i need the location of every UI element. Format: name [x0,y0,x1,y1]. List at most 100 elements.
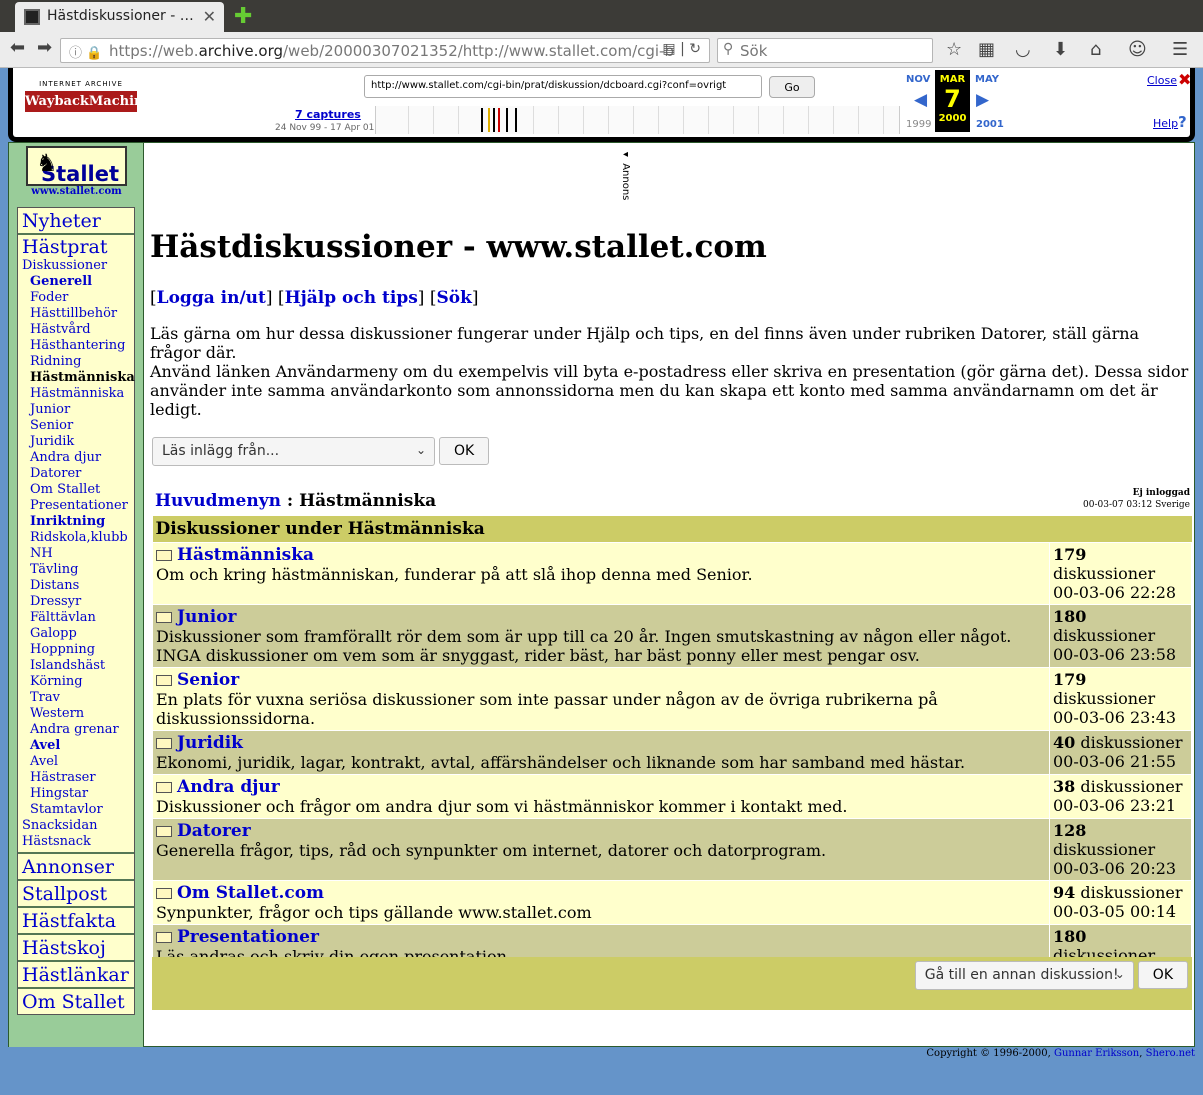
forum-link[interactable]: Datorer [177,821,251,841]
capture-sparkline[interactable] [375,106,900,134]
sidebar-item-hastprat[interactable]: Hästprat [22,236,130,258]
forum-link[interactable]: Juridik [177,733,243,753]
close-icon[interactable]: ✖ [1178,70,1191,89]
forward-icon[interactable]: ➡ [37,37,52,58]
close-tab-icon[interactable]: ✕ [203,7,216,26]
sidebar-sub-item[interactable]: Dressyr [22,594,130,610]
sidebar-sub-item[interactable]: Senior [22,418,130,434]
sidebar-sub-item[interactable]: Inriktning [22,514,130,530]
site-info-icon[interactable]: ⓘ 🔒 [69,42,102,61]
wayback-help-link[interactable]: Help [1153,117,1178,130]
sidebar-sub-item[interactable]: Tävling [22,562,130,578]
sidebar-item[interactable]: Hästskoj [18,935,134,962]
sidebar-sub-item[interactable]: Om Stallet [22,482,130,498]
sidebar-sub-item[interactable]: Distans [22,578,130,594]
sidebar-sub-item[interactable]: Juridik [22,434,130,450]
sidebar-sub-item[interactable]: Ridning [22,354,130,370]
sidebar-sub-item[interactable]: Hästvård [22,322,130,338]
sidebar-sub-item[interactable]: Presentationer [22,498,130,514]
sidebar-sub-item[interactable]: Western [22,706,130,722]
help-icon[interactable]: ? [1178,113,1187,131]
sidebar-sub-item[interactable]: Generell [22,274,130,290]
sidebar-sub-item[interactable]: Hoppning [22,642,130,658]
sidebar-item-diskussioner[interactable]: Diskussioner [22,258,130,274]
logo-link[interactable]: www.stallet.com [9,186,144,197]
emoji-icon[interactable]: ☺ [1128,39,1147,60]
sidebar-item[interactable]: Hästfakta [18,908,134,935]
new-tab-icon[interactable]: ✚ [234,4,252,29]
sidebar-sub-item[interactable]: Hästhantering [22,338,130,354]
url-bar[interactable]: ⓘ 🔒 https://web.archive.org/web/20000307… [60,38,710,63]
sidebar-sub-item[interactable]: Islandshäst [22,658,130,674]
next-year[interactable]: 2001 [976,119,1004,130]
forum-description: Ekonomi, juridik, lagar, kontrakt, avtal… [156,753,966,772]
table-row: Andra djur Diskussioner och frågor om and… [152,774,1192,819]
goto-select[interactable]: Gå till en annan diskussion! ⌄ [914,961,1134,990]
help-tips-link[interactable]: Hjälp och tips [285,288,418,308]
bookmark-star-icon[interactable]: ☆ [946,39,962,60]
sidebar-sub-item[interactable]: Avel [22,754,130,770]
sidebar-sub-item[interactable]: Fälttävlan [22,610,130,626]
search-link[interactable]: Sök [436,288,471,308]
sidebar-sub-item[interactable]: Datorer [22,466,130,482]
sidebar-sub-item[interactable]: Hästraser [22,770,130,786]
forum-link[interactable]: Om Stallet.com [177,883,324,903]
read-posts-ok-button[interactable]: OK [439,437,490,465]
back-icon[interactable]: ⬅ [10,37,25,58]
sidebar-item[interactable]: Nyheter [18,208,134,235]
sidebar-sub-item[interactable]: Foder [22,290,130,306]
sidebar-item-extra[interactable]: Snacksidan [22,818,130,834]
sidebar-sub-item[interactable]: Körning [22,674,130,690]
wayback-go-button[interactable]: Go [769,76,815,98]
download-icon[interactable]: ⬇ [1053,39,1068,60]
forum-link[interactable]: Hästmänniska [177,545,314,565]
sidebar-sub-item[interactable]: Trav [22,690,130,706]
goto-ok-button[interactable]: OK [1137,961,1188,989]
forum-stats: 179 diskussioner 00-03-06 22:28 [1049,542,1192,605]
sidebar-sub-item[interactable]: NH [22,546,130,562]
browser-tab[interactable]: Hästdiskussioner - … ✕ [15,2,224,32]
sidebar-sub-item[interactable]: Andra grenar [22,722,130,738]
next-month[interactable]: MAY [975,74,999,85]
stallet-logo[interactable]: ♞ Stallet [26,146,127,186]
sidebar-sub-item[interactable]: Avel [22,738,130,754]
sidebar-sub-item[interactable]: Junior [22,402,130,418]
captures-link[interactable]: 7 captures [295,108,361,121]
sidebar-item-extra[interactable]: Hästsnack [22,834,130,850]
thread-count-label: diskussioner [1053,564,1156,583]
prev-month[interactable]: NOV [906,74,930,85]
sidebar-sub-item[interactable]: Hästtillbehör [22,306,130,322]
reader-reload-icon[interactable]: ▤ | ↻ [662,41,701,57]
login-link[interactable]: Logga in/ut [157,288,266,308]
forum-link[interactable]: Junior [177,607,237,627]
search-input[interactable]: ⚲ Sök [717,38,933,63]
read-posts-select[interactable]: Läs inlägg från... ⌄ [152,437,435,466]
sidebar-item[interactable]: Stallpost [18,881,134,908]
forum-link[interactable]: Andra djur [177,777,280,797]
sidebar-sub-item[interactable]: Galopp [22,626,130,642]
sidebar-sub-item[interactable]: Stamtavlor [22,802,130,818]
pocket-icon[interactable]: ◡ [1015,39,1031,60]
forum-link[interactable]: Senior [177,670,239,690]
wayback-close-link[interactable]: Close [1147,74,1177,87]
wayback-logo[interactable]: INTERNET ARCHIVE WaybackMachine [25,80,152,120]
sidebar-item[interactable]: Om Stallet [18,989,134,1014]
copyright: Copyright © 1996-2000, Gunnar Eriksson, … [926,1048,1195,1059]
author-link[interactable]: Gunnar Eriksson [1054,1048,1139,1059]
wayback-url-input[interactable]: http://www.stallet.com/cgi-bin/prat/disk… [364,75,762,98]
reading-list-icon[interactable]: ▦ [978,39,995,60]
sidebar-item[interactable]: Hästlänkar [18,962,134,989]
sidebar-item[interactable]: Annonser [18,854,134,881]
sidebar-sub-item[interactable]: Ridskola,klubb [22,530,130,546]
home-icon[interactable]: ⌂ [1090,39,1101,60]
breadcrumb-main-menu-link[interactable]: Huvudmenyn [155,491,281,511]
sidebar-sub-item[interactable]: Hästmänniska [22,386,130,402]
folder-icon [156,782,172,793]
sidebar-sub-item[interactable]: Hingstar [22,786,130,802]
shero-link[interactable]: Shero.net [1146,1048,1195,1059]
next-capture-icon[interactable]: ▶ [976,90,989,110]
prev-capture-icon[interactable]: ◀ [914,90,927,110]
sidebar-sub-item[interactable]: Andra djur [22,450,130,466]
forum-link[interactable]: Presentationer [177,927,319,947]
menu-icon[interactable]: ☰ [1172,39,1188,60]
